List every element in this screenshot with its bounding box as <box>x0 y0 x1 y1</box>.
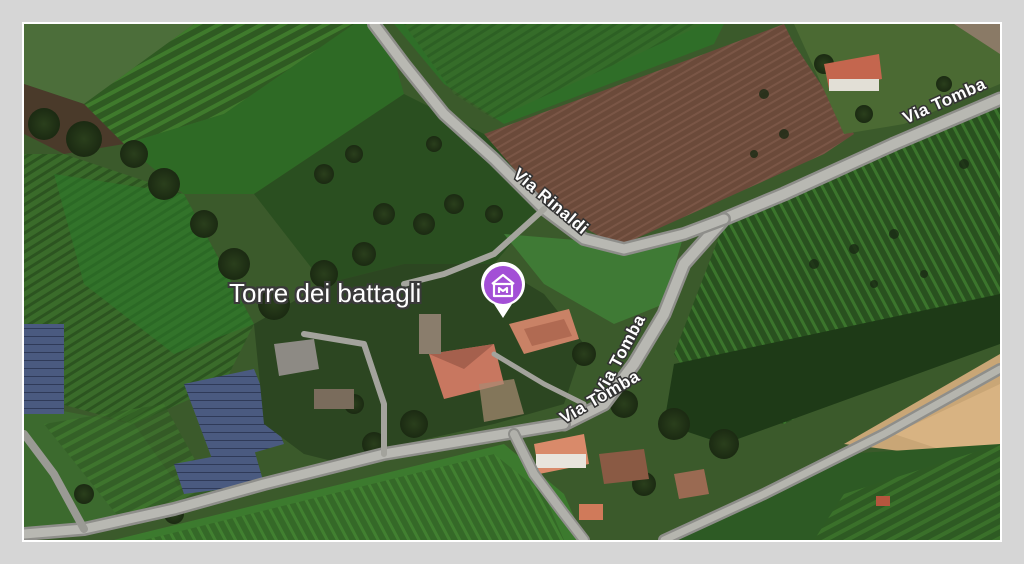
map-frame: Via Tomba Via Rinaldi Via Tomba Via Tomb… <box>22 22 1002 542</box>
museum-pin[interactable] <box>478 260 528 320</box>
place-name-label[interactable]: Torre dei battagli <box>229 278 421 309</box>
satellite-map[interactable]: Via Tomba Via Rinaldi Via Tomba Via Tomb… <box>24 24 1000 540</box>
